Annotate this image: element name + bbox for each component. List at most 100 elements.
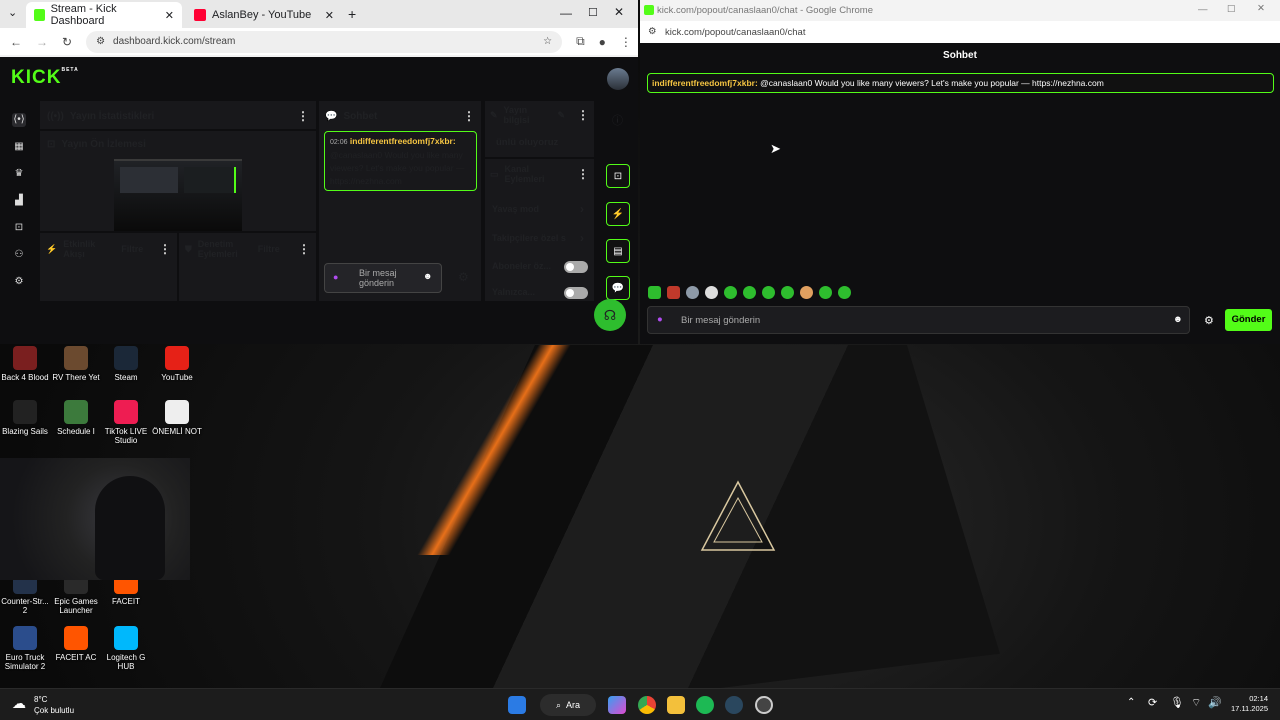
action-exclusive[interactable]: Yalnızca... xyxy=(492,287,590,299)
chat-message-highlight[interactable]: indifferentfreedomfj7xkbr: @canaslaan0 W… xyxy=(647,73,1274,93)
kick-logo[interactable]: KICKBETA xyxy=(11,67,79,89)
site-info-icon[interactable]: ⚙ xyxy=(648,26,657,37)
mic-tray-icon[interactable]: 🎙 xyxy=(1170,696,1184,709)
desktop-icon[interactable]: Back 4 Blood xyxy=(0,346,50,382)
users-nav-icon[interactable]: ⚇ xyxy=(12,248,26,262)
close-icon[interactable]: ✕ xyxy=(1257,3,1265,14)
obs-icon[interactable] xyxy=(755,696,773,714)
user-avatar[interactable] xyxy=(607,68,629,90)
popout-chat-input[interactable]: ● Bir mesaj gönderin ☻ xyxy=(647,306,1190,334)
stats-menu-icon[interactable]: ⋮ xyxy=(297,109,309,123)
start-icon[interactable] xyxy=(508,696,526,714)
weather-widget[interactable]: ☁ 8°C Çok bulutlu xyxy=(12,693,82,717)
emote-icon[interactable] xyxy=(781,286,794,299)
chat-button[interactable]: 💬 xyxy=(606,276,630,300)
wifi-icon[interactable]: ⌔ xyxy=(1191,696,1201,710)
send-button[interactable]: Gönder xyxy=(1225,309,1272,331)
action-slow-mode[interactable]: Yavaş mod › xyxy=(492,202,590,216)
maximize-icon[interactable]: ☐ xyxy=(1227,4,1236,15)
emote-icon[interactable] xyxy=(686,286,699,299)
spotify-icon[interactable] xyxy=(696,696,714,714)
clock[interactable]: 02:14 17.11.2025 xyxy=(1224,694,1268,714)
emote-icon[interactable] xyxy=(819,286,832,299)
emote-icon[interactable] xyxy=(800,286,813,299)
emoji-icon[interactable]: ☻ xyxy=(423,271,432,281)
emote-icon[interactable] xyxy=(743,286,756,299)
site-info-icon[interactable]: ⚙ xyxy=(96,36,105,47)
steam-icon[interactable] xyxy=(725,696,743,714)
extensions-icon[interactable]: ⧉ xyxy=(576,34,585,49)
volume-icon[interactable]: 🔊 xyxy=(1208,696,1222,709)
edit-icon[interactable]: ✎ xyxy=(557,110,565,121)
emote-icon[interactable] xyxy=(838,286,851,299)
notes-button[interactable]: ▤ xyxy=(606,239,630,263)
stream-preview-video[interactable] xyxy=(114,159,242,231)
taskbar-search[interactable]: ⌕ Ara xyxy=(540,694,596,716)
file-explorer-icon[interactable] xyxy=(667,696,685,714)
profile-icon[interactable]: ● xyxy=(599,35,606,49)
desktop-icon[interactable]: TikTok LIVE Studio xyxy=(101,400,151,445)
new-tab-icon[interactable]: + xyxy=(348,6,356,22)
clips-nav-icon[interactable]: ⊡ xyxy=(12,221,26,235)
emote-icon[interactable] xyxy=(762,286,775,299)
desktop-icon[interactable]: Blazing Sails xyxy=(0,400,50,436)
lightning-button[interactable]: ⚡ xyxy=(606,202,630,226)
minimize-icon[interactable]: — xyxy=(1198,4,1208,15)
desktop-icon[interactable]: Logitech G HUB xyxy=(101,626,151,671)
tab-close-icon[interactable]: ✕ xyxy=(165,9,174,22)
channel-actions-menu-icon[interactable]: ⋮ xyxy=(577,167,589,181)
desktop-icon[interactable]: Euro Truck Simulator 2 xyxy=(0,626,50,671)
subscribers-toggle[interactable] xyxy=(564,261,588,273)
maximize-icon[interactable]: ☐ xyxy=(588,6,598,19)
emote-icon[interactable] xyxy=(648,286,661,299)
desktop-icon[interactable]: ÖNEMLİ NOT xyxy=(152,400,202,436)
close-icon[interactable]: ✕ xyxy=(614,5,624,19)
exclusive-toggle[interactable] xyxy=(564,287,588,299)
chat-input[interactable]: ● Bir mesaj gönderin ☻ xyxy=(324,263,442,293)
activity-menu-icon[interactable]: ⋮ xyxy=(159,242,171,256)
emoji-icon[interactable]: ☻ xyxy=(1173,314,1183,325)
chat-message[interactable]: 02:06 indifferentfreedomfj7xkbr: @canasl… xyxy=(324,131,477,191)
show-hidden-icons[interactable]: ⌃ xyxy=(1127,697,1135,708)
address-bar[interactable]: ⚙ dashboard.kick.com/stream ☆ xyxy=(86,30,563,53)
activity-filter[interactable]: Filtre xyxy=(121,244,143,254)
clip-button[interactable]: ⊡ xyxy=(606,164,630,188)
analytics-nav-icon[interactable]: ▦ xyxy=(12,140,26,154)
tab-search-icon[interactable]: ⌄ xyxy=(8,6,17,19)
trophy-nav-icon[interactable]: ♛ xyxy=(12,167,26,181)
stream-info-menu-icon[interactable]: ⋮ xyxy=(577,108,589,122)
emote-icon[interactable] xyxy=(724,286,737,299)
popout-settings-icon[interactable]: ⚙ xyxy=(1204,314,1214,327)
action-followers-only[interactable]: Takipçilere özel s › xyxy=(492,233,590,243)
action-subscribers-only[interactable]: Aboneler öz... xyxy=(492,261,590,273)
chat-menu-icon[interactable]: ⋮ xyxy=(463,109,475,123)
desktop-icon[interactable]: FACEIT AC xyxy=(51,626,101,662)
chat-settings-icon[interactable]: ⚙ xyxy=(458,270,469,284)
tab-close-icon[interactable]: ✕ xyxy=(325,9,334,22)
mic-icon[interactable]: ● xyxy=(333,272,338,282)
mic-icon[interactable]: ● xyxy=(657,314,663,325)
moderation-menu-icon[interactable]: ⋮ xyxy=(298,242,310,256)
tab-kick-dashboard[interactable]: Stream - Kick Dashboard ✕ xyxy=(26,2,182,28)
emote-icon[interactable] xyxy=(667,286,680,299)
chrome-icon[interactable] xyxy=(638,696,656,714)
support-button[interactable]: ☊ xyxy=(594,299,626,331)
bookmark-star-icon[interactable]: ☆ xyxy=(543,36,552,47)
desktop-icon[interactable]: YouTube xyxy=(152,346,202,382)
sync-icon[interactable]: ⟳ xyxy=(1148,696,1157,709)
desktop-icon[interactable]: RV There Yet xyxy=(51,346,101,382)
info-icon[interactable]: ⓘ xyxy=(612,112,623,128)
back-icon[interactable]: ← xyxy=(10,35,22,49)
tab-youtube[interactable]: AslanBey - YouTube ✕ xyxy=(186,2,342,28)
menu-icon[interactable]: ⋮ xyxy=(620,35,632,49)
message-user[interactable]: indifferentfreedomfj7xkbr: xyxy=(350,136,456,146)
minimize-icon[interactable]: — xyxy=(560,6,572,20)
emote-icon[interactable] xyxy=(705,286,718,299)
moderation-filter[interactable]: Filtre xyxy=(258,244,280,254)
desktop-icon[interactable]: Schedule I xyxy=(51,400,101,436)
copilot-icon[interactable] xyxy=(608,696,626,714)
desktop-icon[interactable]: Steam xyxy=(101,346,151,382)
message-user[interactable]: indifferentfreedomfj7xkbr: xyxy=(652,78,758,88)
stream-nav-icon[interactable]: ⟨•⟩ xyxy=(12,113,26,127)
settings-nav-icon[interactable]: ⚙ xyxy=(12,275,26,289)
